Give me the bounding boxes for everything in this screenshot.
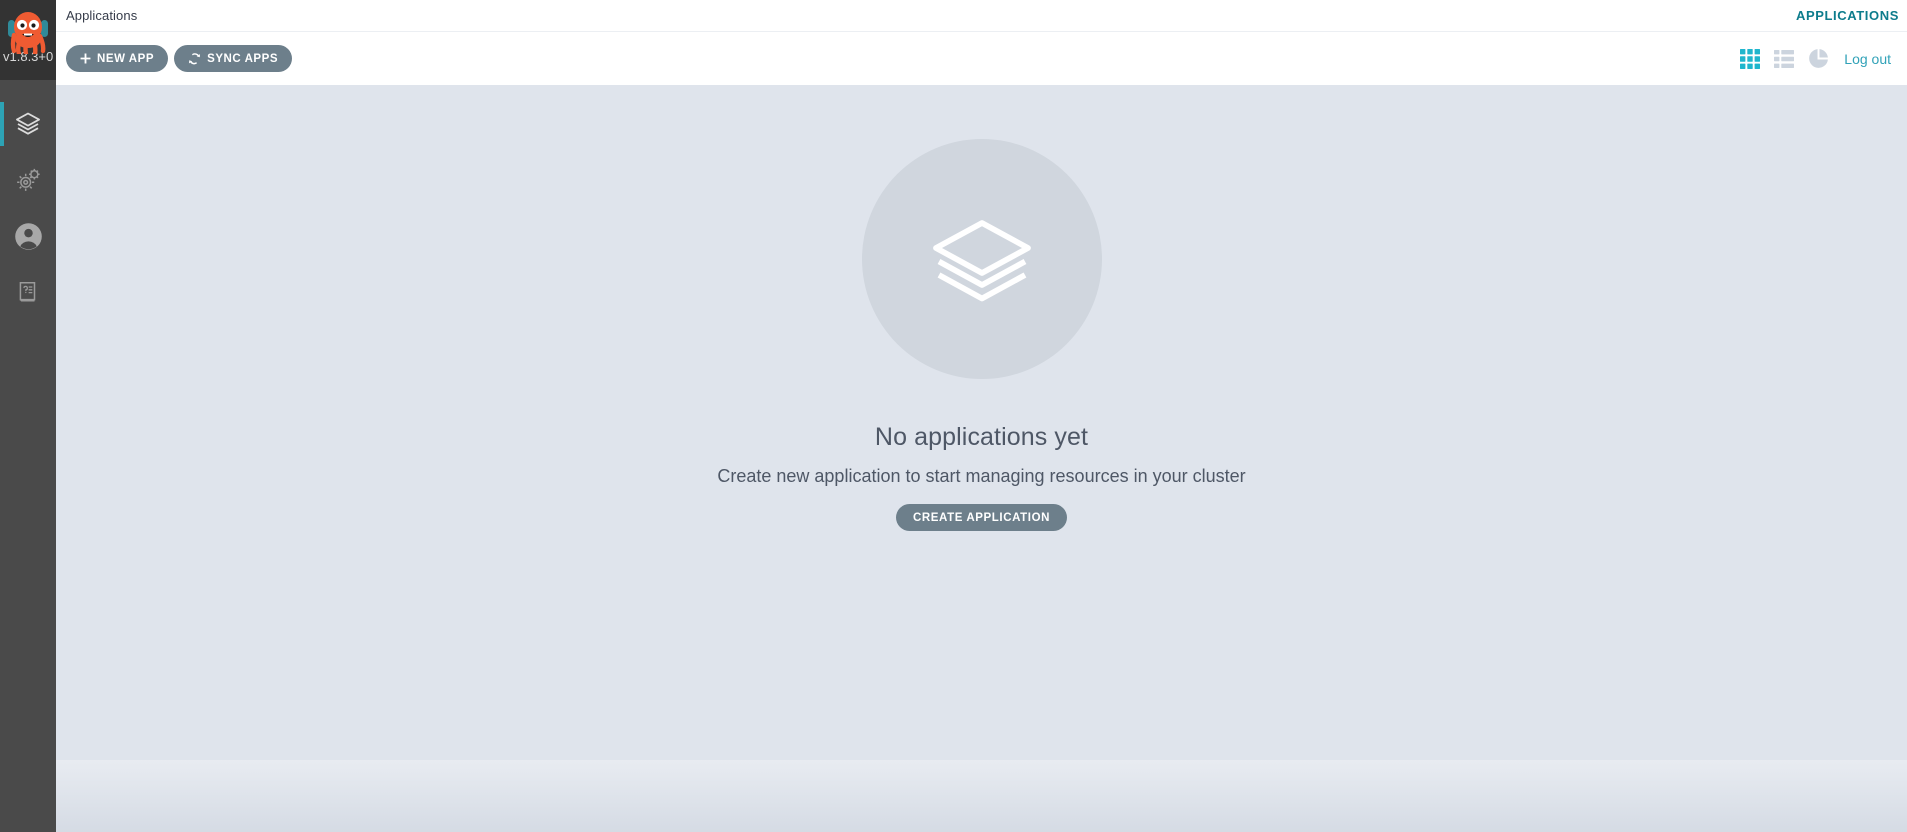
grid-tiles-icon[interactable] <box>1739 48 1761 70</box>
gears-icon <box>13 165 43 195</box>
page-title: Applications <box>66 8 138 23</box>
create-application-button[interactable]: CREATE APPLICATION <box>895 504 1068 531</box>
argo-octopus-logo <box>3 2 53 57</box>
sync-apps-button[interactable]: SYNC APPS <box>174 45 293 72</box>
user-circle-icon <box>14 222 43 251</box>
content-area: No applications yet Create new applicati… <box>56 85 1907 832</box>
empty-state-illustration <box>861 139 1102 379</box>
list-rows-icon[interactable] <box>1773 48 1795 70</box>
empty-state: No applications yet Create new applicati… <box>56 139 1907 531</box>
sidebar-item-settings[interactable] <box>0 152 56 208</box>
main-area: Applications APPLICATIONS NEW APP SYNC A… <box>56 0 1907 832</box>
help-book-icon <box>15 279 41 305</box>
sidebar-item-applications[interactable] <box>0 96 56 152</box>
layers-icon <box>922 197 1042 322</box>
top-bar: Applications APPLICATIONS <box>56 0 1907 32</box>
action-toolbar: NEW APP SYNC APPS Log out <box>56 32 1907 85</box>
empty-state-title: No applications yet <box>874 423 1089 451</box>
plus-icon <box>80 53 91 64</box>
view-switcher: Log out <box>1739 47 1897 70</box>
breadcrumb-context: APPLICATIONS <box>1795 8 1899 23</box>
sidebar-item-user-info[interactable] <box>0 208 56 264</box>
bottom-shadow <box>56 760 1907 832</box>
new-app-label: NEW APP <box>97 52 155 65</box>
empty-state-subtitle: Create new application to start managing… <box>717 466 1246 486</box>
active-indicator <box>0 102 4 146</box>
argocd-app-window: v1.8.3+0 Applications APPLICATIONS NEW A… <box>0 0 1907 832</box>
sidebar-item-documentation[interactable] <box>0 264 56 320</box>
sidebar-brand[interactable]: v1.8.3+0 <box>0 0 56 80</box>
toolbar-actions: NEW APP SYNC APPS <box>66 45 293 72</box>
sidebar: v1.8.3+0 <box>0 0 56 832</box>
logout-link[interactable]: Log out <box>1844 51 1893 67</box>
new-app-button[interactable]: NEW APP <box>66 45 169 72</box>
layers-icon <box>14 110 42 138</box>
sync-apps-label: SYNC APPS <box>207 52 279 65</box>
pie-chart-icon[interactable] <box>1807 47 1830 70</box>
sidebar-nav <box>0 96 56 320</box>
sync-refresh-icon <box>188 52 201 65</box>
